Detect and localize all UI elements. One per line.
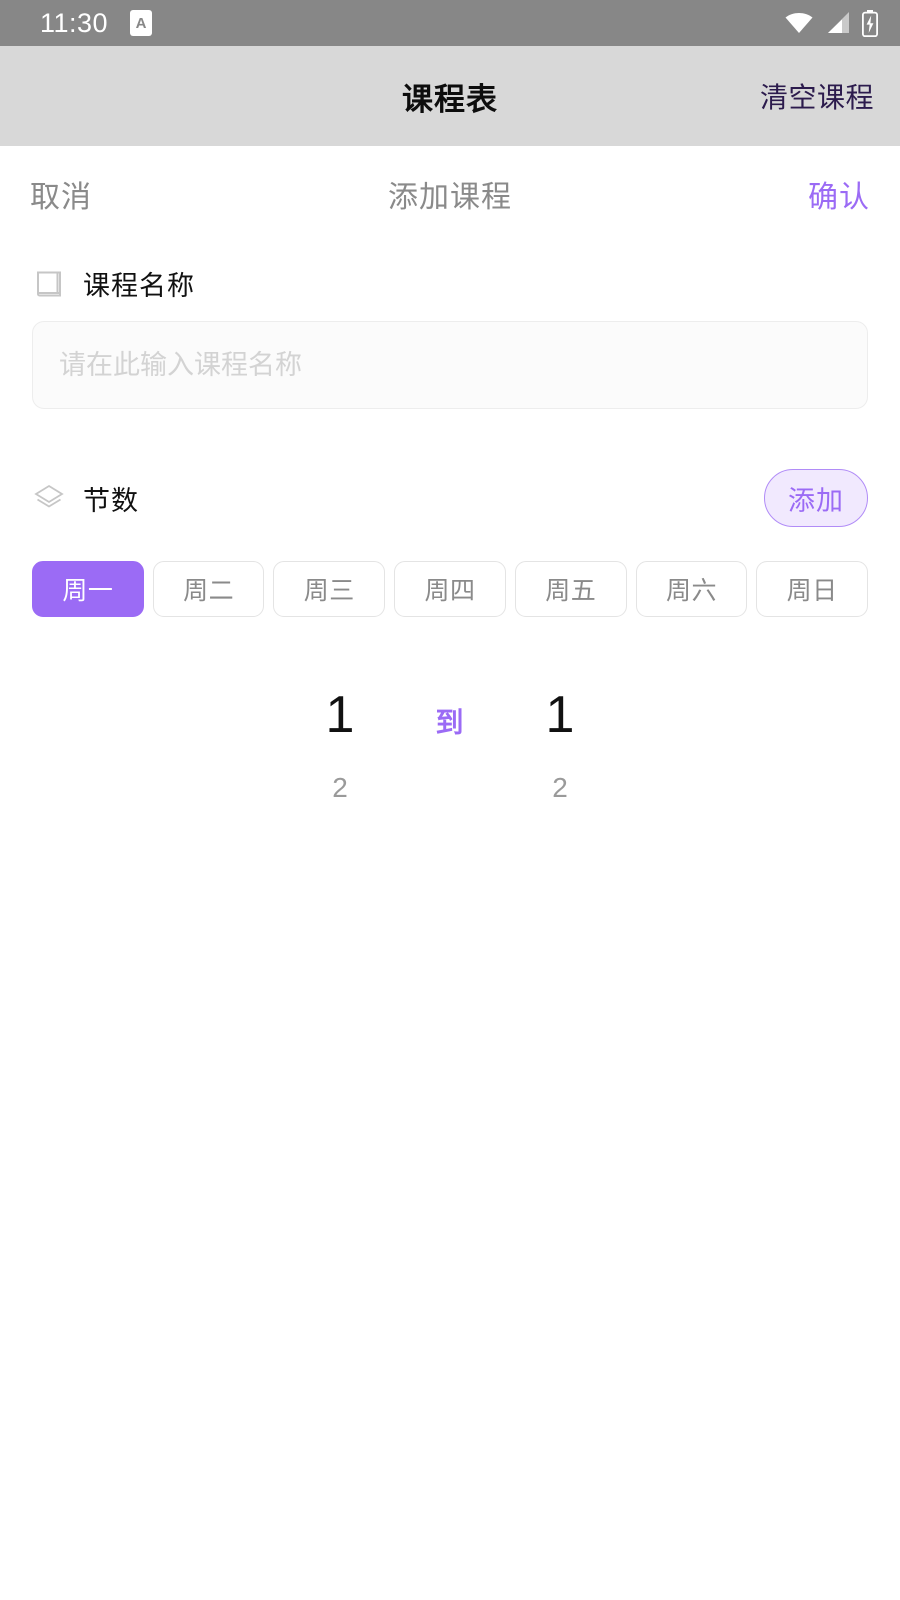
wifi-icon xyxy=(784,11,814,35)
status-bar-system-icons xyxy=(784,9,878,37)
battery-charging-icon xyxy=(862,9,878,37)
cancel-button[interactable]: 取消 xyxy=(30,172,92,216)
status-bar-clock: 11:30 xyxy=(40,7,109,38)
day-tab-monday[interactable]: 周一 xyxy=(32,561,144,617)
day-tab-saturday[interactable]: 周六 xyxy=(635,561,748,617)
page-title: 课程表 xyxy=(402,81,498,117)
sheet-title: 添加课程 xyxy=(388,181,512,214)
period-range-picker: 1 2 到 1 2 xyxy=(0,683,900,805)
day-tab-sunday[interactable]: 周日 xyxy=(756,561,869,617)
layers-icon xyxy=(32,481,66,515)
day-tab-thursday[interactable]: 周四 xyxy=(394,561,506,617)
day-tab-bar: 周一 周二 周三 周四 周五 周六 周日 xyxy=(0,561,900,617)
sheet-header: 取消 添加课程 确认 xyxy=(0,146,900,242)
add-period-button[interactable]: 添加 xyxy=(764,469,868,527)
picker-range-separator: 到 xyxy=(435,707,465,738)
end-period-picker[interactable]: 1 2 xyxy=(485,683,635,805)
day-tab-wednesday[interactable]: 周三 xyxy=(273,561,386,617)
clear-courses-button[interactable]: 清空课程 xyxy=(760,76,874,116)
day-tab-friday[interactable]: 周五 xyxy=(514,561,627,617)
course-name-section: 课程名称 xyxy=(0,264,900,409)
course-name-input[interactable] xyxy=(32,321,868,409)
start-period-next-value: 2 xyxy=(332,772,348,803)
status-bar-notification-icons: A xyxy=(130,10,153,36)
course-name-label: 课程名称 xyxy=(83,271,195,301)
end-period-selected-value: 1 xyxy=(545,686,575,744)
notification-app-icon: A xyxy=(130,10,153,36)
start-period-picker[interactable]: 1 2 xyxy=(265,683,415,805)
start-period-selected-value: 1 xyxy=(325,686,355,744)
app-root: 11:30 A 课程表 清空课程 取消 添加课程 确认 课程名称 请在此输入课程… xyxy=(0,0,900,1600)
app-header: 课程表 清空课程 xyxy=(0,46,900,146)
periods-section: 节数 添加 xyxy=(0,469,900,527)
add-course-sheet: 取消 添加课程 确认 课程名称 请在此输入课程名称 节数 添加 周一 周二 周三… xyxy=(0,146,900,1600)
periods-header-row: 节数 添加 xyxy=(32,469,868,527)
book-icon xyxy=(32,267,66,301)
end-period-next-value: 2 xyxy=(552,772,568,803)
course-name-label-row: 课程名称 xyxy=(32,264,868,303)
periods-label-row: 节数 xyxy=(32,479,139,518)
cellular-signal-icon xyxy=(825,11,851,35)
periods-label: 节数 xyxy=(83,485,139,516)
status-bar: 11:30 A xyxy=(0,0,900,46)
confirm-button[interactable]: 确认 xyxy=(808,172,870,216)
day-tab-tuesday[interactable]: 周二 xyxy=(152,561,265,617)
